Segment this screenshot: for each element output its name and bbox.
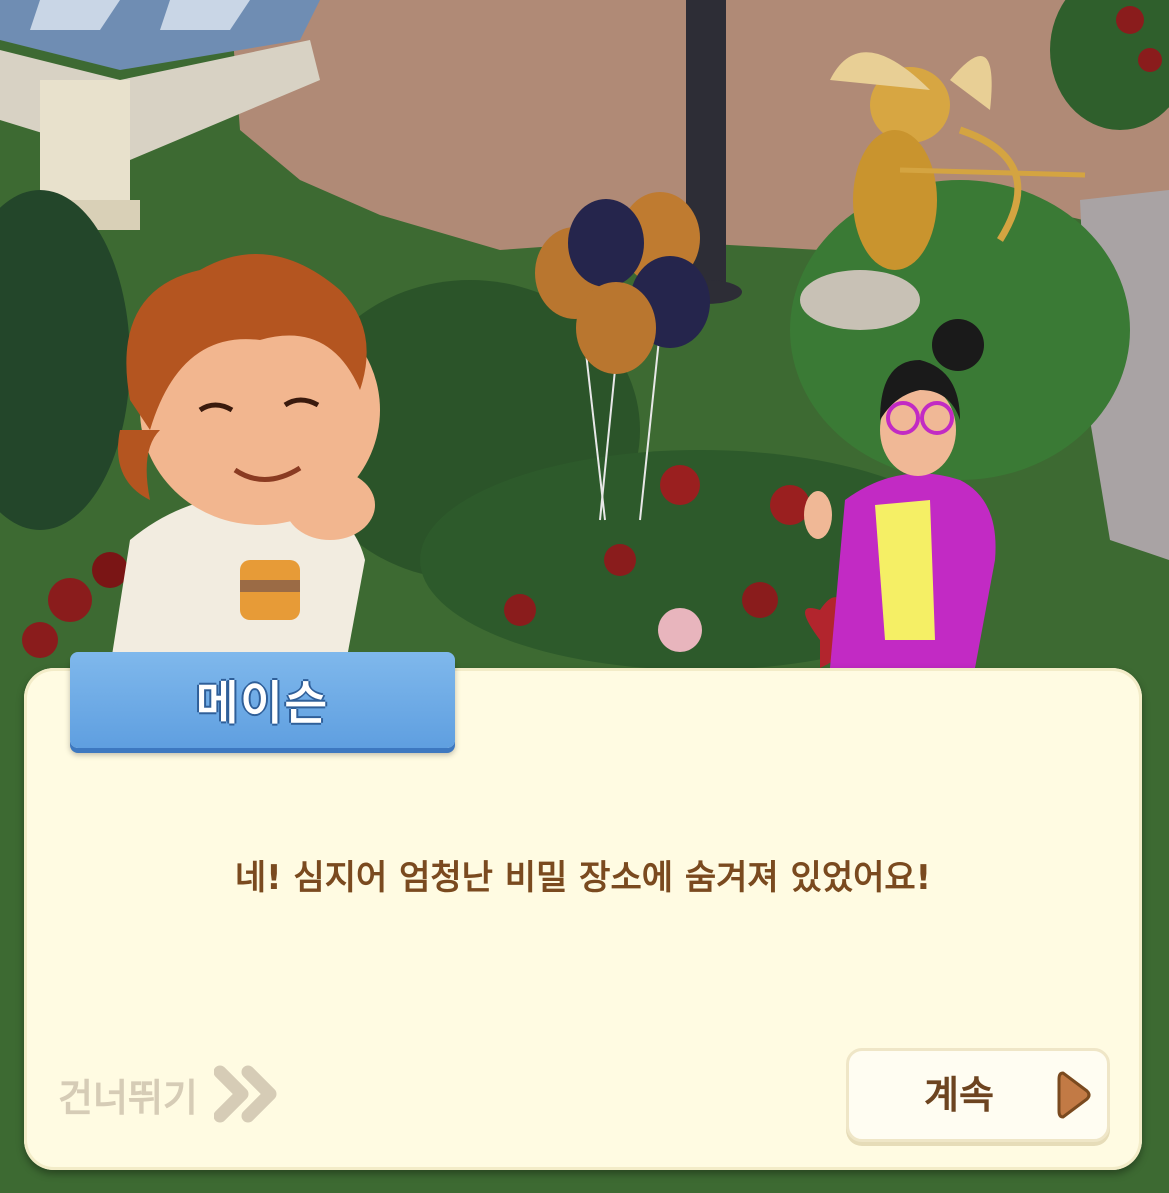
- speaker-name-tag: 메이슨: [70, 652, 455, 748]
- double-chevron-right-icon: [213, 1065, 277, 1123]
- dialogue-text[interactable]: 네! 심지어 엄청난 비밀 장소에 숨겨져 있었어요!: [24, 850, 1142, 899]
- play-arrow-icon: [1057, 1071, 1091, 1119]
- statue-pedestal: [800, 270, 920, 330]
- speaker-name: 메이슨: [196, 676, 329, 730]
- continue-label: 계속: [924, 1073, 994, 1117]
- skip-button[interactable]: 건너뛰기: [58, 1062, 284, 1126]
- skip-label: 건너뛰기: [58, 1075, 198, 1120]
- continue-button[interactable]: 계속: [846, 1048, 1110, 1142]
- balloon-navy: [568, 199, 644, 287]
- balloon-orange: [576, 282, 656, 374]
